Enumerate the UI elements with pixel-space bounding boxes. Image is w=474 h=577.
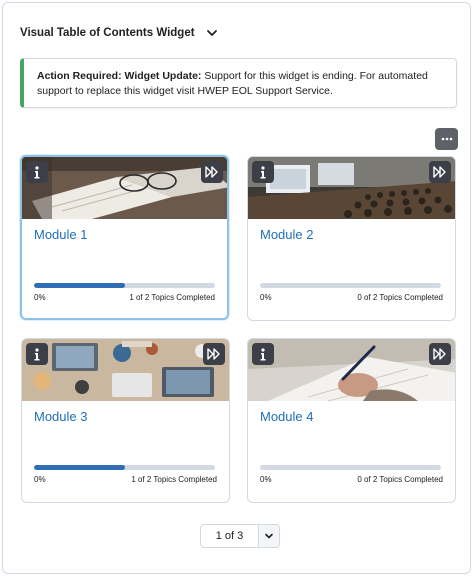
module-image-team-table	[22, 339, 229, 401]
module-title[interactable]: Module 2	[260, 227, 313, 242]
module-card[interactable]: Module 1 0% 1 of 2 Topics Completed	[20, 155, 229, 320]
topics-completed: 1 of 2 Topics Completed	[131, 475, 217, 484]
widget-header: Visual Table of Contents Widget	[20, 25, 219, 41]
info-icon	[34, 347, 40, 360]
chevron-down-icon	[265, 533, 273, 539]
progress-bar	[34, 465, 215, 470]
module-card[interactable]: Module 2 0% 0 of 2 Topics Completed	[247, 156, 456, 321]
chevron-down-icon[interactable]	[205, 26, 219, 40]
topics-completed: 1 of 2 Topics Completed	[129, 293, 215, 302]
start-module-button[interactable]	[201, 161, 223, 183]
topics-completed: 0 of 2 Topics Completed	[357, 293, 443, 302]
module-title[interactable]: Module 3	[34, 409, 87, 424]
info-button[interactable]	[26, 343, 48, 365]
module-title[interactable]: Module 4	[260, 409, 313, 424]
progress-bar	[34, 283, 215, 288]
page-selector-label: 1 of 3	[215, 530, 244, 542]
fast-forward-icon	[207, 348, 220, 360]
alert-heading: Action Required: Widget Update:	[37, 70, 202, 82]
info-button[interactable]	[252, 161, 274, 183]
progress-percent: 0%	[34, 293, 46, 302]
info-icon	[260, 347, 266, 360]
module-image-desk	[22, 157, 227, 219]
info-button[interactable]	[26, 161, 48, 183]
start-module-button[interactable]	[429, 161, 451, 183]
info-icon	[34, 165, 40, 178]
info-icon	[260, 165, 266, 178]
module-card[interactable]: Module 3 0% 1 of 2 Topics Completed	[21, 338, 230, 503]
start-module-button[interactable]	[429, 343, 451, 365]
info-button[interactable]	[252, 343, 274, 365]
module-image-lecture-hall	[248, 157, 455, 219]
module-card[interactable]: Module 4 0% 0 of 2 Topics Completed	[247, 338, 456, 503]
progress-bar	[260, 283, 441, 288]
progress-percent: 0%	[34, 475, 46, 484]
progress-fill	[34, 283, 125, 288]
ellipsis-icon	[441, 137, 452, 141]
module-image-writing-hand	[248, 339, 455, 401]
page-selector-toggle[interactable]	[258, 525, 279, 547]
progress-fill	[34, 465, 125, 470]
fast-forward-icon	[433, 348, 446, 360]
progress-bar	[260, 465, 441, 470]
fast-forward-icon	[205, 166, 218, 178]
progress-percent: 0%	[260, 475, 272, 484]
more-options-button[interactable]	[435, 128, 458, 150]
topics-completed: 0 of 2 Topics Completed	[357, 475, 443, 484]
action-required-alert: Action Required: Widget Update: Support …	[20, 58, 457, 108]
start-module-button[interactable]	[203, 343, 225, 365]
module-title[interactable]: Module 1	[34, 227, 87, 242]
progress-percent: 0%	[260, 293, 272, 302]
widget-title: Visual Table of Contents Widget	[20, 27, 195, 39]
visual-toc-widget: Visual Table of Contents Widget Action R…	[2, 2, 471, 574]
page-selector[interactable]: 1 of 3	[200, 524, 280, 548]
fast-forward-icon	[433, 166, 446, 178]
